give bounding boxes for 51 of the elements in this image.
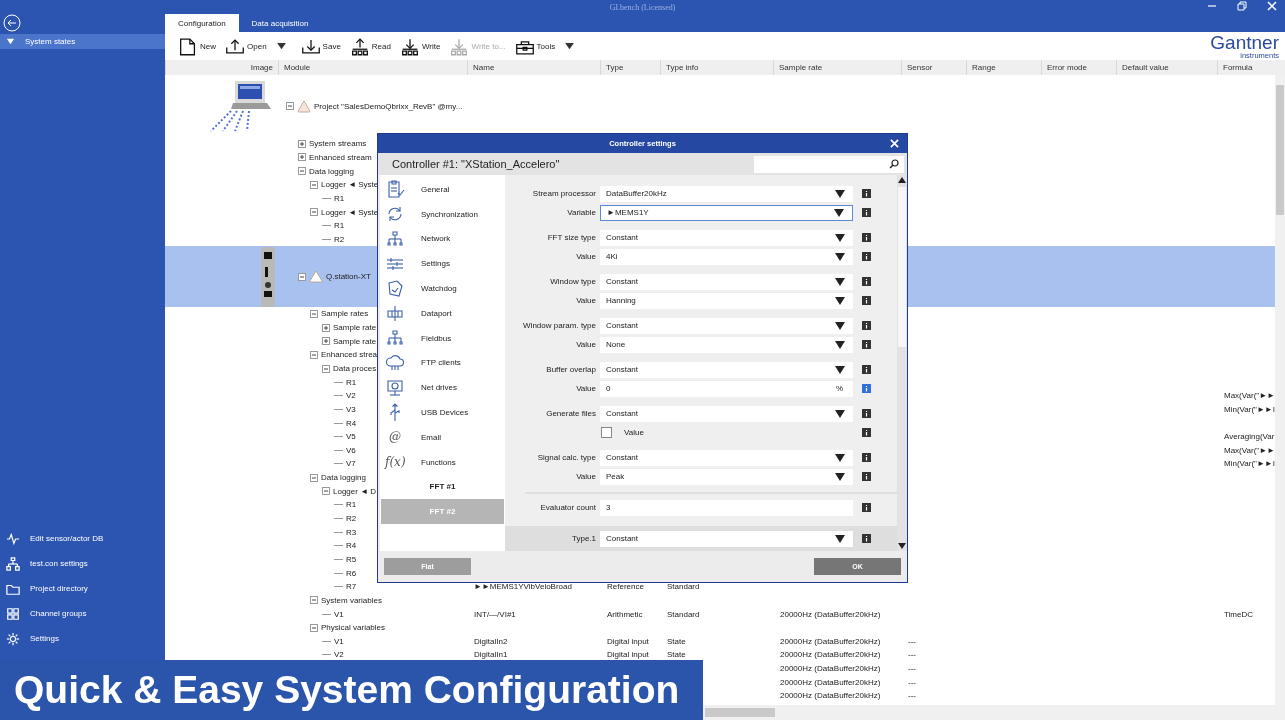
table-cell: Digital input	[607, 650, 649, 660]
table-cell: 20000Hz (DataBuffer20kHz)	[780, 609, 881, 619]
field-label: Value	[575, 296, 596, 305]
table-cell: ---	[908, 650, 916, 660]
table-cell: ►►MEMS1YVibVeloBroad	[474, 582, 572, 592]
table-cell: ---	[908, 636, 916, 646]
table-cell: Min(Var("►►I	[1224, 459, 1275, 469]
field-label: Value	[575, 252, 596, 261]
table-cell: Averaging(Var	[1224, 432, 1275, 442]
field-label: Signal calc. type	[536, 453, 596, 462]
checkbox-label: Value	[624, 428, 644, 437]
field-label: Buffer overlap	[545, 365, 596, 374]
table-cell: State	[667, 650, 686, 660]
table-cell: Arithmetic	[607, 609, 643, 619]
table-cell: 20000Hz (DataBuffer20kHz)	[780, 664, 881, 674]
table-cell: Standard	[667, 582, 700, 592]
table-cell: State	[667, 636, 686, 646]
table-cell: Max(Var("►►	[1224, 391, 1275, 401]
field-label: FFT size type	[546, 233, 596, 242]
table-cell: Max(Var("►►	[1224, 445, 1275, 455]
table-cell: DigitalIn2	[474, 636, 508, 646]
field-label: Generate files	[545, 409, 596, 418]
table-cell: ---	[908, 664, 916, 674]
table-cell: DigitalIn1	[474, 650, 508, 660]
field-label: Window param. type	[522, 321, 596, 330]
table-cell: 20000Hz (DataBuffer20kHz)	[780, 677, 881, 687]
table-cell: Digital input	[607, 636, 649, 646]
table-cell: TimeDC	[1224, 609, 1254, 619]
logo: Gantner	[1210, 32, 1279, 52]
dialog-heading: Controller #1: "XStation_Accelero"	[392, 158, 560, 170]
field-label: Window type	[549, 277, 596, 286]
nav-glyph: f(x)	[385, 455, 405, 470]
caption-text: Quick & Easy System Configuration	[14, 668, 680, 712]
field-label: Value	[575, 384, 596, 393]
field-label: Type.1	[571, 534, 596, 543]
table-cell: ---	[908, 677, 916, 687]
nav-glyph: @	[388, 430, 402, 445]
table-cell: 20000Hz (DataBuffer20kHz)	[780, 691, 881, 701]
field-label: Variable	[566, 208, 596, 217]
table-cell: ---	[908, 691, 916, 701]
table-cell: Reference	[607, 582, 644, 592]
table-cell: Standard	[667, 609, 700, 619]
field-label: Stream processor	[531, 189, 596, 198]
field-label: Value	[575, 340, 596, 349]
field-label: Evaluator count	[539, 503, 596, 512]
table-cell: Min(Var("►►I	[1224, 404, 1275, 414]
field-label: Value	[575, 472, 596, 481]
window-title: GI.bench (Licensed)	[609, 2, 676, 12]
table-cell: 20000Hz (DataBuffer20kHz)	[780, 636, 881, 646]
table-cell: 20000Hz (DataBuffer20kHz)	[780, 650, 881, 660]
table-cell: INT/—/VI#1	[474, 609, 516, 619]
